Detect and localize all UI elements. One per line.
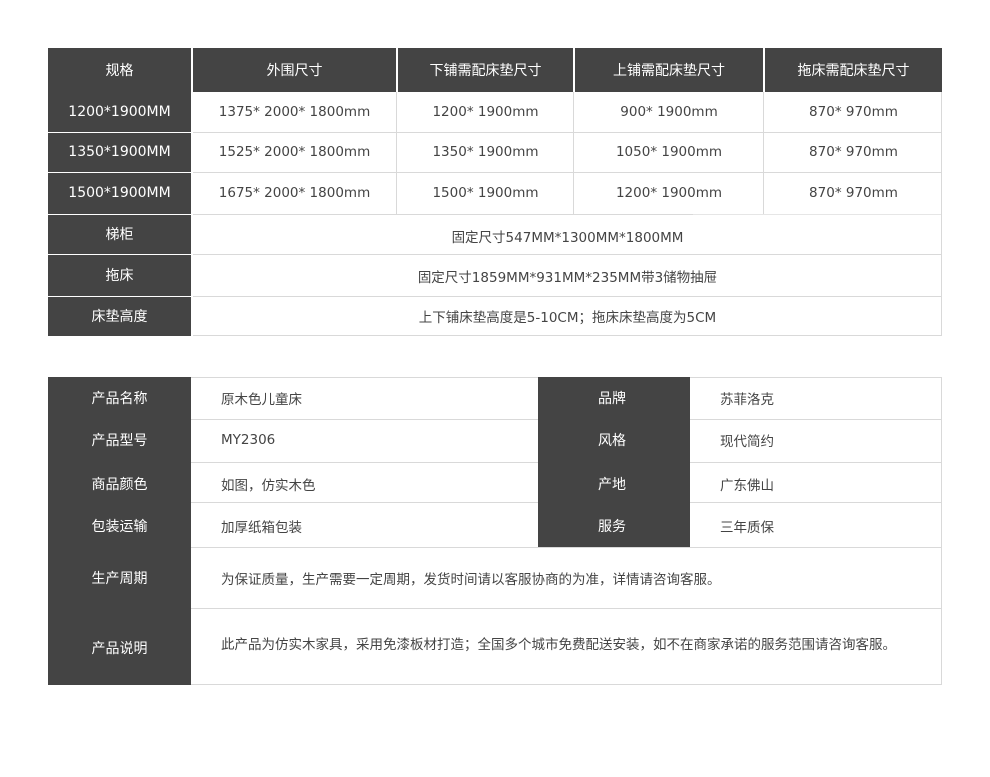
label-product-model: 产品型号 xyxy=(48,419,191,461)
value-product-description: 此产品为仿实木家具，采用免漆板材打造；全国多个城市免费配送安装，如不在商家承诺的… xyxy=(221,637,896,653)
row-trundle-label: 拖床 xyxy=(48,254,191,296)
cell-lower-1500: 1500* 1900mm xyxy=(432,185,539,201)
cell-trundle-1500: 870* 970mm xyxy=(809,185,898,201)
row-spec-1350: 1350*1900MM xyxy=(48,132,191,172)
label-product-description: 产品说明 xyxy=(48,609,191,685)
label-service: 服务 xyxy=(538,505,690,547)
cell-outer-1200: 1375* 2000* 1800mm xyxy=(218,104,371,120)
cell-upper-1350: 1050* 1900mm xyxy=(615,144,723,160)
cell-upper-1200: 900* 1900mm xyxy=(620,104,718,120)
cell-lower-1200: 1200* 1900mm xyxy=(432,104,539,120)
value-product-name: 原木色儿童床 xyxy=(221,392,302,408)
label-origin: 产地 xyxy=(538,463,690,505)
label-style: 风格 xyxy=(538,419,690,461)
row-mattress-height-value: 上下铺床垫高度是5-10CM；拖床床垫高度为5CM xyxy=(418,310,717,326)
cell-trundle-1200: 870* 970mm xyxy=(809,104,898,120)
cell-outer-1350: 1525* 2000* 1800mm xyxy=(218,144,371,160)
label-brand: 品牌 xyxy=(538,377,690,419)
cell-lower-1350: 1350* 1900mm xyxy=(432,144,539,160)
row-spec-1500: 1500*1900MM xyxy=(48,172,191,214)
header-spec: 规格 xyxy=(48,48,191,92)
row-ladder-cabinet-value: 固定尺寸547MM*1300MM*1800MM xyxy=(451,230,684,246)
label-packaging: 包装运输 xyxy=(48,505,191,547)
header-outer-size: 外围尺寸 xyxy=(193,48,396,92)
value-brand: 苏菲洛克 xyxy=(720,392,774,408)
row-trundle-value: 固定尺寸1859MM*931MM*235MM带3储物抽屉 xyxy=(417,270,718,286)
header-lower-mattress: 下铺需配床垫尺寸 xyxy=(398,48,573,92)
label-production-cycle: 生产周期 xyxy=(48,547,191,609)
value-packaging: 加厚纸箱包装 xyxy=(221,520,302,536)
header-upper-mattress: 上铺需配床垫尺寸 xyxy=(575,48,763,92)
row-ladder-cabinet-label: 梯柜 xyxy=(48,214,191,254)
row-spec-1200: 1200*1900MM xyxy=(48,92,191,132)
value-production-cycle: 为保证质量，生产需要一定周期，发货时间请以客服协商的为准，详情请咨询客服。 xyxy=(221,572,721,588)
value-origin: 广东佛山 xyxy=(720,478,774,494)
label-product-name: 产品名称 xyxy=(48,377,191,419)
info-table: 产品名称 原木色儿童床 品牌 苏菲洛克 产品型号 MY2306 风格 现代简约 … xyxy=(48,377,942,685)
header-trundle-mattress: 拖床需配床垫尺寸 xyxy=(765,48,942,92)
label-color: 商品颜色 xyxy=(48,463,191,505)
cell-upper-1500: 1200* 1900mm xyxy=(615,185,723,201)
spec-table: 规格 外围尺寸 下铺需配床垫尺寸 上铺需配床垫尺寸 拖床需配床垫尺寸 1200*… xyxy=(48,48,942,336)
value-service: 三年质保 xyxy=(720,520,774,536)
value-color: 如图，仿实木色 xyxy=(221,478,316,494)
cell-trundle-1350: 870* 970mm xyxy=(809,144,898,160)
row-mattress-height-label: 床垫高度 xyxy=(48,296,191,336)
cell-outer-1500: 1675* 2000* 1800mm xyxy=(218,185,371,201)
value-product-model: MY2306 xyxy=(221,432,276,448)
value-style: 现代简约 xyxy=(720,434,774,450)
